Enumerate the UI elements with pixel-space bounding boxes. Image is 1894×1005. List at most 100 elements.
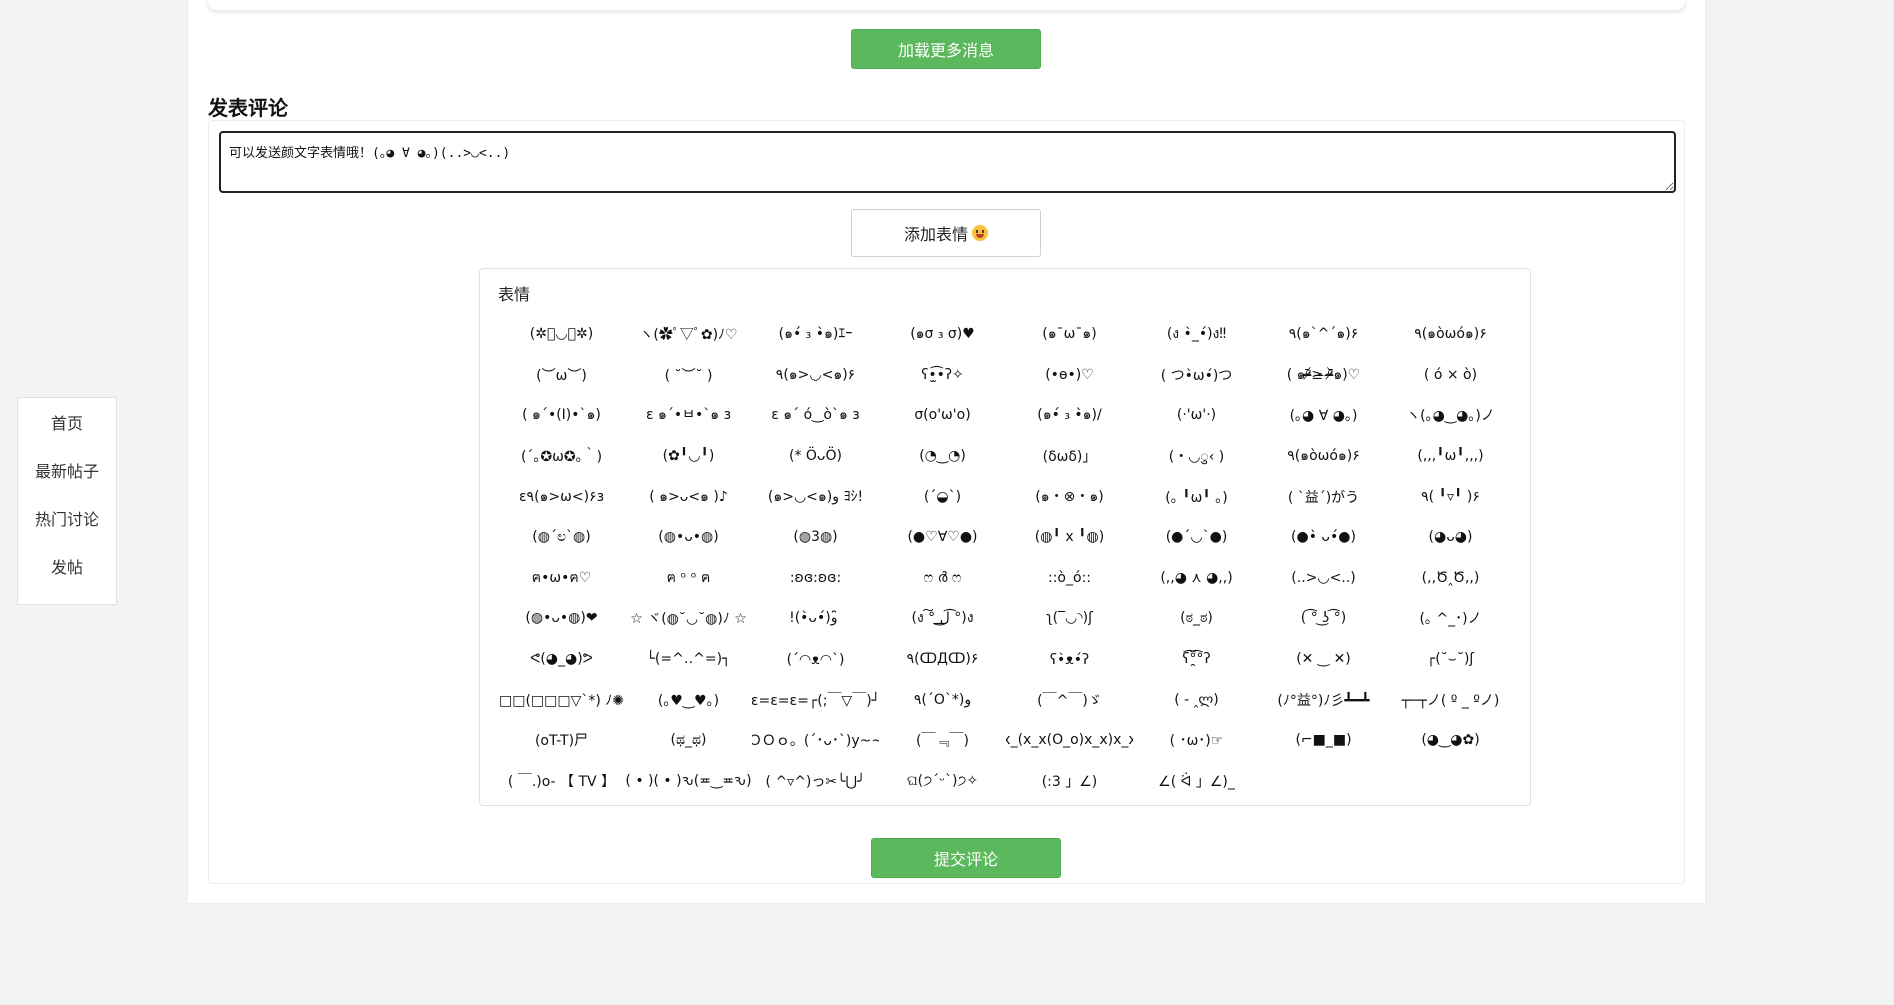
emoji-option[interactable]: ٩(´O`*)و: [879, 679, 1006, 720]
emoji-option[interactable]: (,,,╹ω╹,,,): [1387, 436, 1514, 477]
emoji-option[interactable]: (·'ω'·): [1133, 395, 1260, 436]
emoji-option[interactable]: (,,◕ ⋏ ◕,,): [1133, 558, 1260, 599]
emoji-option[interactable]: (✕ ‿ ✕): [1260, 639, 1387, 680]
emoji-option[interactable]: ଘ(੭ˊᵕˋ)੭✧: [879, 761, 1006, 802]
emoji-option[interactable]: (´◒`): [879, 476, 1006, 517]
emoji-option[interactable]: (◍•ᴗ•◍)❤: [498, 598, 625, 639]
comment-textarea[interactable]: [219, 131, 1676, 193]
emoji-option[interactable]: ☆ ヾ(◍˘◡˘◍)ﾉ ☆: [625, 598, 752, 639]
emoji-option[interactable]: (￣^￣)ゞ: [1006, 679, 1133, 720]
emoji-option[interactable]: ( ๑>ᴗ<๑ )♪: [625, 476, 752, 517]
emoji-option[interactable]: (◍╹ x ╹◍): [1006, 517, 1133, 558]
emoji-option[interactable]: ( • )( • )ԅ(≖‿≖ԅ): [625, 761, 752, 802]
emoji-option[interactable]: (◕ᴗ◕): [1387, 517, 1514, 558]
emoji-option[interactable]: ʅ(‾◡◝)ʃ: [1006, 598, 1133, 639]
nav-item-hot-discussions[interactable]: 热门讨论: [35, 508, 99, 556]
emoji-option[interactable]: :ʚɞ:ʚɞ:: [752, 558, 879, 599]
load-more-button[interactable]: 加载更多消息: [851, 29, 1041, 69]
emoji-option[interactable]: ( ๑ᵒ̴̶̷᷄≥̶ ᵒ̴̶̷᷅๑)♡: [1260, 355, 1387, 396]
emoji-option[interactable]: (ﾉ°益°)ﾉ彡┻━┻: [1260, 679, 1387, 720]
submit-comment-button[interactable]: 提交评论: [871, 838, 1061, 878]
emoji-option[interactable]: (・◡ु‹ ): [1133, 436, 1260, 477]
emoji-option[interactable]: (◍3◍): [752, 517, 879, 558]
emoji-option[interactable]: (ಠ_ಠ): [1133, 598, 1260, 639]
emoji-option[interactable]: (•ө•)♡: [1006, 355, 1133, 396]
emoji-option[interactable]: (●•̀ ᴗ•́●): [1260, 517, 1387, 558]
emoji-option[interactable]: (︶ω︶): [498, 355, 625, 396]
emoji-option[interactable]: ::ò_ó::: [1006, 558, 1133, 599]
emoji-option[interactable]: ＯＯｏ。(´･ᴗ･`)y~~: [752, 720, 879, 761]
emoji-option[interactable]: (｡ ╹ω╹ ｡): [1133, 476, 1260, 517]
emoji-option[interactable]: ʕ͡°̯͡°ʔ: [1133, 639, 1260, 680]
emoji-option[interactable]: ෆ ർ ෆ: [879, 558, 1006, 599]
emoji-option[interactable]: ( ͡° ͜ʖ ͡°): [1260, 598, 1387, 639]
emoji-option[interactable]: ε ๑´•ㅂ•`๑ з: [625, 395, 752, 436]
emoji-option[interactable]: ( ๑´•(I)•`๑): [498, 395, 625, 436]
emoji-option[interactable]: ┌(˘⌣˘)ʃ: [1387, 639, 1514, 680]
emoji-option[interactable]: ∠( ᐛ 」∠)_: [1133, 761, 1260, 802]
nav-item-home[interactable]: 首页: [51, 412, 83, 460]
emoji-option[interactable]: ฅ•ω•ฅ♡: [498, 558, 625, 599]
emoji-option[interactable]: (* ÖᴗÖ): [752, 436, 879, 477]
emoji-option[interactable]: └(=^‥^=)┐: [625, 639, 752, 680]
emoji-option[interactable]: (ง ͠° ͟ل͜ ͡°)ง: [879, 598, 1006, 639]
emoji-option[interactable]: (￣﹃￣): [879, 720, 1006, 761]
emoji-option[interactable]: (,,Ծ‸Ծ,,): [1387, 558, 1514, 599]
emoji-option[interactable]: ٩(๑`^´๑)۶: [1260, 314, 1387, 355]
emoji-option[interactable]: ʕ•̀ᴥ•́ʔ: [1006, 639, 1133, 680]
emoji-option[interactable]: ( ･ω･)☞: [1133, 720, 1260, 761]
emoji-option[interactable]: (:3 」∠): [1006, 761, 1133, 802]
emoji-option[interactable]: ᕙ(◕_◕)ᕗ: [498, 639, 625, 680]
emoji-option[interactable]: (｡ ^_･)ノ: [1387, 598, 1514, 639]
emoji-option[interactable]: ٩(ↀДↀ)۶: [879, 639, 1006, 680]
emoji-option[interactable]: ٩(๑>◡<๑)۶: [752, 355, 879, 396]
emoji-option[interactable]: ( ^▿^)っ✂╰⋃╯: [752, 761, 879, 802]
emoji-option[interactable]: ฅ ᵒ ᵒ ฅ: [625, 558, 752, 599]
emoji-option[interactable]: (✲ﾟ◡ﾟ✲): [498, 314, 625, 355]
emoji-option[interactable]: (´◠ᴥ◠`): [752, 639, 879, 680]
emoji-option[interactable]: ( ￣.)o- 【 TV 】: [498, 761, 625, 802]
emoji-option[interactable]: (●♡∀♡●): [879, 517, 1006, 558]
emoji-option[interactable]: ٩(๑òωó๑)۶: [1260, 436, 1387, 477]
emoji-option[interactable]: (oT-T)尸: [498, 720, 625, 761]
emoji-option[interactable]: (๑・⊗・๑): [1006, 476, 1133, 517]
nav-item-new-post[interactable]: 发帖: [51, 556, 83, 604]
nav-item-latest-posts[interactable]: 最新帖子: [35, 460, 99, 508]
emoji-option[interactable]: ٩(๑òωó๑)۶: [1387, 314, 1514, 355]
emoji-option[interactable]: ヽ(｡◕‿◕｡)ノ: [1387, 395, 1514, 436]
emoji-option[interactable]: (..>◡<..): [1260, 558, 1387, 599]
emoji-option[interactable]: (⌐■_■): [1260, 720, 1387, 761]
emoji-option[interactable]: (๑•́ ₃ •̀๑)ｴｰ: [752, 314, 879, 355]
emoji-option[interactable]: ( - ‸ლ): [1133, 679, 1260, 720]
emoji-option[interactable]: (δωδ)」: [1006, 436, 1133, 477]
emoji-option[interactable]: ε=ε=ε=┌(;￣▽￣)┘: [752, 679, 879, 720]
emoji-option[interactable]: (ง •̀_•́)ง‼: [1133, 314, 1260, 355]
emoji-option[interactable]: ʕ•̫͡•ʔ✧: [879, 355, 1006, 396]
emoji-option[interactable]: ( `益´)がう: [1260, 476, 1387, 517]
emoji-option[interactable]: (●´◡`●): [1133, 517, 1260, 558]
emoji-option[interactable]: (๑>◡<๑)و ﾖｼ!: [752, 476, 879, 517]
emoji-option[interactable]: (◍•ᴗ•◍): [625, 517, 752, 558]
emoji-option[interactable]: (◍´ಲ`◍): [498, 517, 625, 558]
emoji-option[interactable]: ( ó × ò): [1387, 355, 1514, 396]
emoji-option[interactable]: (´｡✪ω✪｡｀): [498, 436, 625, 477]
emoji-option[interactable]: ( ˘︶˘ ): [625, 355, 752, 396]
emoji-option[interactable]: (ಥ_ಥ): [625, 720, 752, 761]
emoji-option[interactable]: (｡♥‿♥｡): [625, 679, 752, 720]
emoji-option[interactable]: (๑•́ ₃ •̀๑)/: [1006, 395, 1133, 436]
emoji-option[interactable]: ヽ(✿ﾟ▽ﾟ✿)ﾉ♡: [625, 314, 752, 355]
emoji-option[interactable]: (✿╹◡╹): [625, 436, 752, 477]
add-emoji-button[interactable]: 添加表情: [851, 209, 1041, 257]
emoji-option[interactable]: σ(o'ω'o): [879, 395, 1006, 436]
emoji-option[interactable]: □□(□□□▽`*) ﾉ✺: [498, 679, 625, 720]
emoji-option[interactable]: (◕‿◕✿): [1387, 720, 1514, 761]
emoji-option[interactable]: ε٩(๑>ω<)۶з: [498, 476, 625, 517]
emoji-option[interactable]: !(•̀ᴗ•́)و ̑̑: [752, 598, 879, 639]
emoji-option[interactable]: (x(x_(x_x(O_o)x_x)x_x)x): [1006, 720, 1133, 761]
emoji-option[interactable]: ( つ•̀ω•́)つ: [1133, 355, 1260, 396]
emoji-option[interactable]: (๑¯ω¯๑): [1006, 314, 1133, 355]
emoji-option[interactable]: ε ๑´ ó‿ò`๑ з: [752, 395, 879, 436]
emoji-option[interactable]: (｡◕ ∀ ◕｡): [1260, 395, 1387, 436]
emoji-option[interactable]: ┬─┬ノ( º _ ºノ): [1387, 679, 1514, 720]
emoji-option[interactable]: (๑σ ₃ σ)♥: [879, 314, 1006, 355]
